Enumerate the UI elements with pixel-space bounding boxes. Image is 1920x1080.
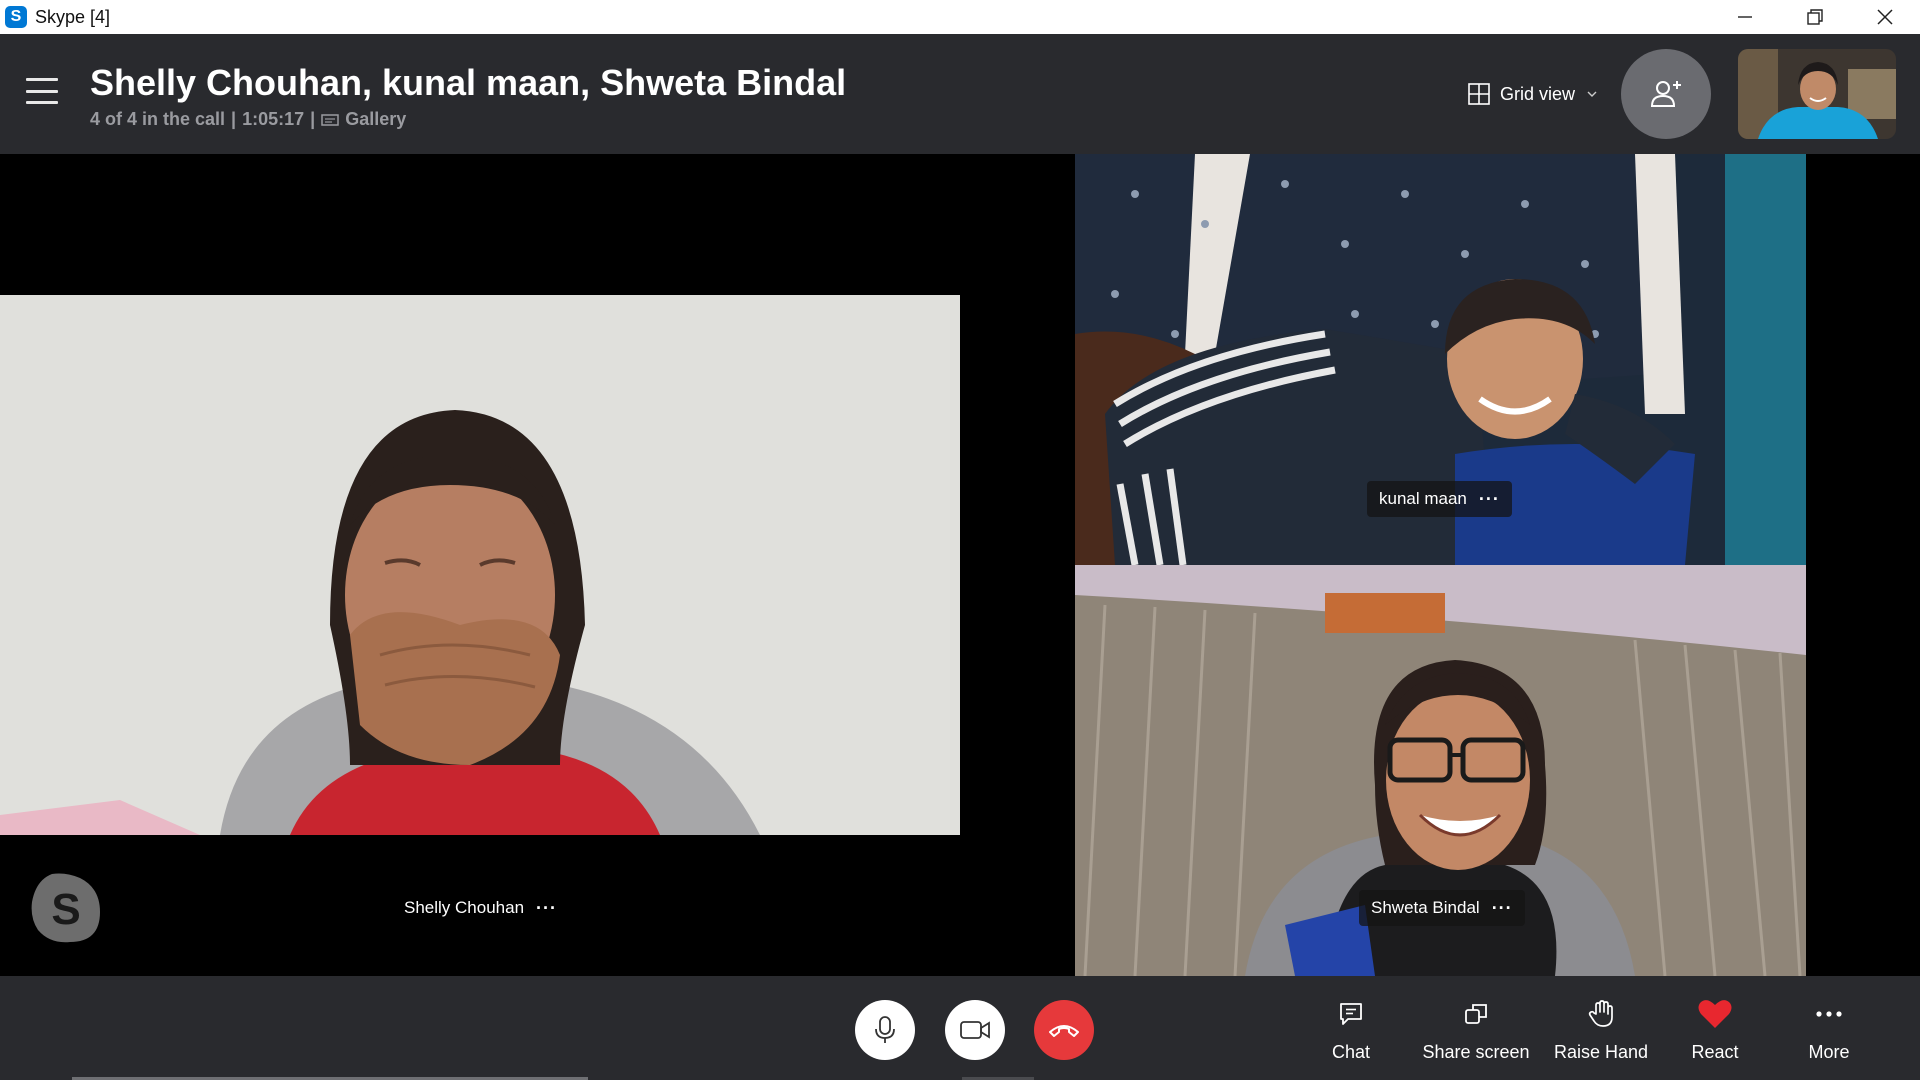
heart-icon <box>1698 1000 1732 1028</box>
microphone-icon <box>875 1016 895 1043</box>
call-controls-bar: Chat Share screen Raise Hand React More <box>0 976 1920 1080</box>
raise-hand-label: Raise Hand <box>1553 1042 1649 1062</box>
subtitle-separator: | <box>231 109 237 129</box>
raise-hand-button[interactable]: Raise Hand <box>1546 998 1656 1063</box>
react-button[interactable]: React <box>1660 998 1770 1063</box>
participant-name: kunal maan <box>1379 489 1467 508</box>
chat-button[interactable]: Chat <box>1296 998 1406 1063</box>
grid-view-selector[interactable]: Grid view <box>1468 79 1599 109</box>
react-label: React <box>1691 1042 1739 1062</box>
video-tile-shelly[interactable] <box>0 295 960 835</box>
participant-more-button[interactable]: ··· <box>1479 489 1500 510</box>
call-duration: 1:05:17 <box>242 109 305 129</box>
close-icon[interactable] <box>1850 0 1920 34</box>
hang-up-button[interactable] <box>1034 1000 1094 1060</box>
gallery-icon <box>321 113 339 126</box>
window-titlebar: S Skype [4] <box>0 0 1920 34</box>
call-header: Shelly Chouhan, kunal maan, Shweta Binda… <box>0 34 1920 154</box>
restore-icon[interactable] <box>1780 0 1850 34</box>
chat-label: Chat <box>1331 1042 1371 1062</box>
raise-hand-icon <box>1588 1000 1613 1027</box>
hamburger-menu-icon[interactable] <box>26 78 58 104</box>
participant-name: Shelly Chouhan <box>404 898 525 917</box>
participant-label-shweta: Shweta Bindal ··· <box>1359 890 1525 926</box>
grid-view-label: Grid view <box>1500 83 1576 104</box>
minimize-icon[interactable] <box>1710 0 1780 34</box>
add-participant-button[interactable] <box>1621 49 1711 139</box>
video-stage: Shelly Chouhan ··· kunal maan ··· Shweta… <box>0 154 1920 976</box>
more-label: More <box>1808 1042 1850 1062</box>
grid-icon <box>1468 83 1490 105</box>
participant-count: 4 of 4 in the call <box>90 109 226 129</box>
skype-logo-icon: S <box>5 6 27 28</box>
add-person-icon <box>1650 81 1681 107</box>
share-screen-button[interactable]: Share screen <box>1421 998 1531 1063</box>
call-title: Shelly Chouhan, kunal maan, Shweta Binda… <box>90 62 847 103</box>
hang-up-icon <box>1049 1025 1079 1037</box>
chat-icon <box>1340 1003 1362 1025</box>
participant-label-shelly: Shelly Chouhan ··· <box>392 890 569 926</box>
window-controls <box>1710 0 1920 34</box>
more-icon <box>1816 1011 1842 1017</box>
window-title: Skype [4] <box>35 6 111 27</box>
participant-more-button[interactable]: ··· <box>536 898 557 919</box>
share-screen-label: Share screen <box>1422 1042 1530 1062</box>
participant-more-button[interactable]: ··· <box>1492 898 1513 919</box>
chevron-down-icon <box>1587 91 1597 97</box>
participant-name: Shweta Bindal <box>1371 898 1480 917</box>
self-preview-video[interactable] <box>1738 49 1896 139</box>
layout-label[interactable]: Gallery <box>345 109 406 130</box>
camera-icon <box>960 1021 990 1039</box>
call-subtitle: 4 of 4 in the call | 1:05:17 | Gallery <box>90 109 406 130</box>
svg-text:S: S <box>51 885 80 934</box>
more-button[interactable]: More <box>1774 998 1884 1063</box>
share-screen-icon <box>1465 1004 1487 1024</box>
microphone-button[interactable] <box>855 1000 915 1060</box>
camera-button[interactable] <box>945 1000 1005 1060</box>
skype-watermark-icon: S <box>30 872 102 944</box>
participant-label-kunal: kunal maan ··· <box>1367 481 1512 517</box>
subtitle-separator: | <box>310 109 316 129</box>
